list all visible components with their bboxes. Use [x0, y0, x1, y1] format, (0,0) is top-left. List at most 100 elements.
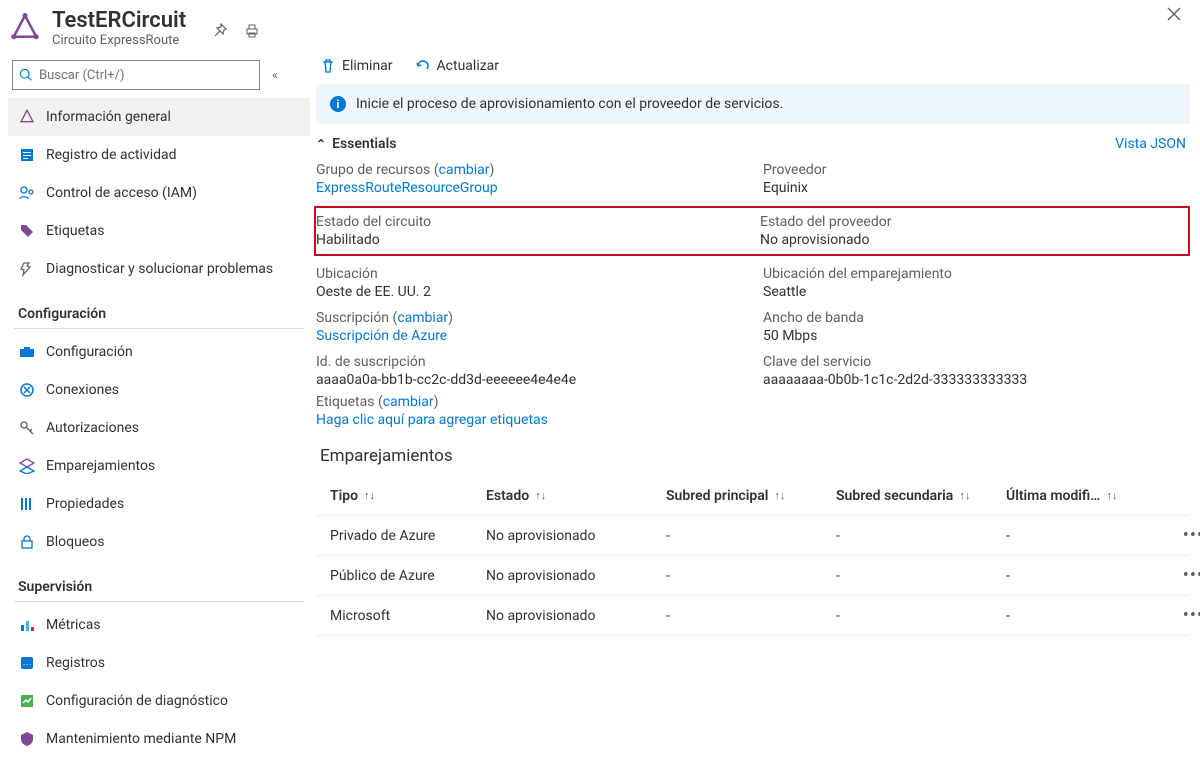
circuit-status-value: Habilitado	[316, 232, 740, 248]
diag-settings-icon	[18, 692, 36, 710]
cell-primary: -	[666, 528, 836, 544]
sort-icon: ↑↓	[774, 489, 785, 502]
essentials-collapse-toggle[interactable]: ⌃	[316, 137, 326, 151]
sidebar-item-npm[interactable]: Mantenimiento mediante NPM	[8, 720, 310, 758]
overview-icon	[18, 108, 36, 126]
properties-icon	[18, 495, 36, 513]
col-type[interactable]: Tipo↑↓	[316, 488, 486, 504]
col-primary[interactable]: Subred principal↑↓	[666, 488, 836, 504]
provider-value: Equinix	[763, 180, 1190, 196]
change-tags-link[interactable]: cambiar	[383, 394, 434, 410]
bandwidth-value: 50 Mbps	[763, 328, 1190, 344]
trash-icon	[320, 58, 336, 74]
service-key-label: Clave del servicio	[763, 354, 1190, 370]
key-icon	[18, 419, 36, 437]
sidebar-item-metrics[interactable]: Métricas	[8, 606, 310, 644]
metrics-icon	[18, 616, 36, 634]
peering-location-value: Seattle	[763, 284, 1190, 300]
col-status[interactable]: Estado↑↓	[486, 488, 666, 504]
search-input-wrap[interactable]	[12, 60, 260, 90]
collapse-sidebar-button[interactable]: «	[268, 64, 282, 86]
sidebar-item-label: Diagnosticar y solucionar problemas	[46, 261, 273, 277]
divider	[14, 328, 304, 329]
cell-type: Microsoft	[316, 608, 486, 624]
add-tags-link[interactable]: Haga clic aquí para agregar etiquetas	[316, 412, 1190, 428]
iam-icon	[18, 184, 36, 202]
resource-group-label: Grupo de recursos (cambiar)	[316, 162, 743, 178]
sidebar-item-iam[interactable]: Control de acceso (IAM)	[8, 174, 310, 212]
sort-icon: ↑↓	[959, 489, 970, 502]
page-subtitle: Circuito ExpressRoute	[52, 33, 186, 48]
sidebar-item-label: Configuración de diagnóstico	[46, 693, 228, 709]
row-more-button[interactable]: •••	[1176, 565, 1200, 586]
service-key-value: aaaaaaaa-0b0b-1c1c-2d2d-333333333333	[763, 372, 1190, 388]
json-view-link[interactable]: Vista JSON	[1115, 136, 1186, 152]
sort-icon: ↑↓	[1106, 489, 1117, 502]
peerings-icon	[18, 457, 36, 475]
sidebar-item-label: Registro de actividad	[46, 147, 177, 163]
search-input[interactable]	[39, 68, 253, 83]
sidebar-item-config[interactable]: Configuración	[8, 333, 310, 371]
resource-group-value[interactable]: ExpressRouteResourceGroup	[316, 180, 743, 196]
delete-label: Eliminar	[342, 58, 393, 74]
table-row[interactable]: Microsoft No aprovisionado - - - •••	[316, 596, 1190, 636]
svg-text:⋯: ⋯	[23, 660, 32, 670]
subscription-id-value: aaaa0a0a-bb1b-cc2c-dd3d-eeeeee4e4e4e	[316, 372, 743, 388]
cell-status: No aprovisionado	[486, 608, 666, 624]
sidebar-item-locks[interactable]: Bloqueos	[8, 523, 310, 561]
col-secondary[interactable]: Subred secundaria↑↓	[836, 488, 1006, 504]
cell-lastmod: -	[1006, 608, 1176, 624]
sidebar-item-label: Etiquetas	[46, 223, 104, 239]
connections-icon	[18, 381, 36, 399]
table-row[interactable]: Público de Azure No aprovisionado - - - …	[316, 556, 1190, 596]
sidebar-item-logs[interactable]: ⋯ Registros	[8, 644, 310, 682]
tags-label: Etiquetas (cambiar)	[316, 394, 1190, 410]
provider-label: Proveedor	[763, 162, 1190, 178]
bandwidth-label: Ancho de banda	[763, 310, 1190, 326]
cell-status: No aprovisionado	[486, 528, 666, 544]
diagnose-icon	[18, 260, 36, 278]
circuit-status-label: Estado del circuito	[316, 214, 740, 230]
cell-type: Público de Azure	[316, 568, 486, 584]
peering-location-label: Ubicación del emparejamiento	[763, 266, 1190, 282]
row-more-button[interactable]: •••	[1176, 605, 1200, 626]
sort-icon: ↑↓	[535, 489, 546, 502]
info-icon: i	[330, 96, 346, 112]
refresh-button[interactable]: Actualizar	[415, 58, 500, 74]
npm-icon	[18, 730, 36, 748]
highlight-status-row: Estado del circuito Habilitado Estado de…	[314, 206, 1190, 256]
sidebar-item-diagnose[interactable]: Diagnosticar y solucionar problemas	[8, 250, 310, 288]
cell-primary: -	[666, 568, 836, 584]
divider	[14, 601, 304, 602]
sidebar-item-activity-log[interactable]: Registro de actividad	[8, 136, 310, 174]
subscription-value[interactable]: Suscripción de Azure	[316, 328, 743, 344]
subscription-id-label: Id. de suscripción	[316, 354, 743, 370]
cell-status: No aprovisionado	[486, 568, 666, 584]
sidebar-item-tags[interactable]: Etiquetas	[8, 212, 310, 250]
delete-button[interactable]: Eliminar	[320, 58, 393, 74]
change-rg-link[interactable]: cambiar	[439, 162, 490, 178]
location-value: Oeste de EE. UU. 2	[316, 284, 743, 300]
peerings-section-title: Emparejamientos	[316, 428, 1190, 476]
change-sub-link[interactable]: cambiar	[397, 310, 448, 326]
sidebar-item-diag-settings[interactable]: Configuración de diagnóstico	[8, 682, 310, 720]
col-lastmod[interactable]: Última modifi…↑↓	[1006, 488, 1176, 504]
row-more-button[interactable]: •••	[1176, 525, 1200, 546]
table-row[interactable]: Privado de Azure No aprovisionado - - - …	[316, 516, 1190, 556]
print-button[interactable]	[242, 21, 262, 41]
sidebar-item-auth[interactable]: Autorizaciones	[8, 409, 310, 447]
sidebar-item-overview[interactable]: Información general	[8, 98, 310, 136]
sidebar-item-label: Conexiones	[46, 382, 119, 398]
logs-icon: ⋯	[18, 654, 36, 672]
sidebar-item-connections[interactable]: Conexiones	[8, 371, 310, 409]
config-icon	[18, 343, 36, 361]
sidebar-item-label: Registros	[46, 655, 105, 671]
pin-button[interactable]	[210, 21, 230, 41]
cell-secondary: -	[836, 528, 1006, 544]
sidebar-section-monitor: Supervisión	[8, 561, 310, 599]
close-button[interactable]	[1166, 6, 1182, 22]
location-label: Ubicación	[316, 266, 743, 282]
sidebar-item-peerings[interactable]: Emparejamientos	[8, 447, 310, 485]
sidebar-item-properties[interactable]: Propiedades	[8, 485, 310, 523]
tag-icon	[18, 222, 36, 240]
